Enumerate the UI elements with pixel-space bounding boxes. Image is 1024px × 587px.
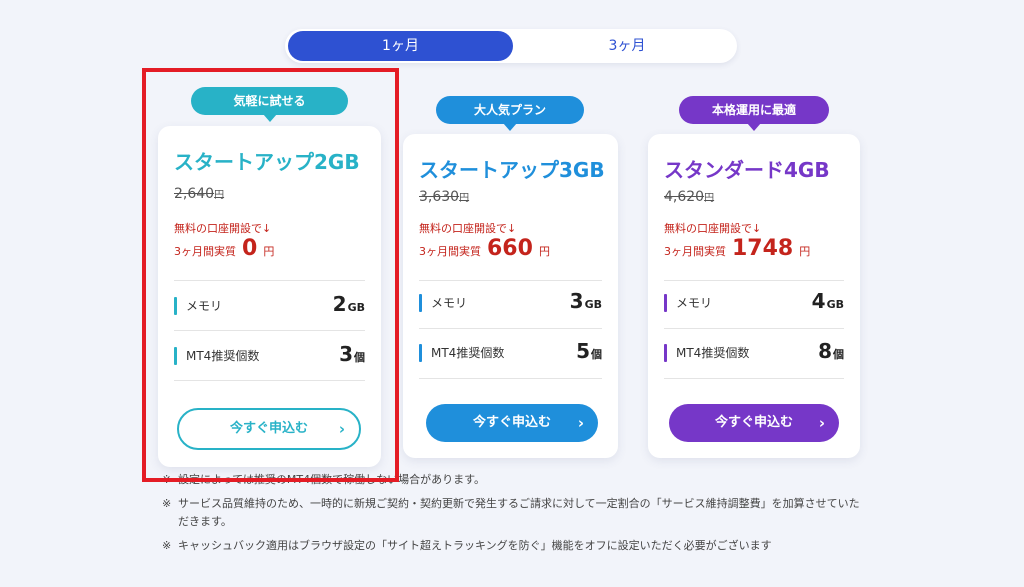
apply-now-button[interactable]: 今すぐ申込む › [669, 404, 839, 442]
divider [664, 328, 844, 329]
plan-badge-serious: 本格運用に最適 [679, 96, 829, 131]
chevron-right-icon: › [577, 414, 584, 432]
toggle-option-1-month[interactable]: 1ヶ月 [288, 31, 513, 61]
divider [419, 378, 602, 379]
plan-name: スタートアップ3GB [419, 158, 605, 182]
original-price: 4,620円 [664, 189, 715, 205]
original-price: 3,630円 [419, 189, 470, 205]
divider [664, 378, 844, 379]
divider [419, 280, 602, 281]
memory-value: 4GB [811, 289, 844, 313]
mt4-label: MT4推奨個数 [419, 344, 504, 362]
mt4-label: MT4推奨個数 [664, 344, 749, 362]
billing-period-toggle: 1ヶ月 3ヶ月 [285, 29, 737, 63]
memory-value: 3GB [569, 289, 602, 313]
divider [419, 328, 602, 329]
pricing-section: 1ヶ月 3ヶ月 気軽に試せる スタートアップ2GB 2,640円 無料の口座開設… [0, 0, 1024, 587]
promo-text: 無料の口座開設で↓ [664, 222, 762, 235]
effective-price: 3ヶ月間実質 660 円 [419, 236, 550, 261]
memory-label: メモリ [419, 294, 467, 312]
footnotes: ※ 設定によっては推奨のMT4個数で稼働しない場合があります。 ※ サービス品質維持… [162, 471, 862, 561]
footnote: ※ サービス品質維持のため、一時的に新規ご契約・契約更新で発生するご請求に対して一… [162, 497, 860, 528]
plan-name: スタンダード4GB [664, 158, 830, 182]
plan-badge-popular: 大人気プラン [436, 96, 584, 131]
highlight-box [142, 68, 399, 482]
toggle-option-3-months[interactable]: 3ヶ月 [521, 31, 733, 61]
apply-now-button[interactable]: 今すぐ申込む › [426, 404, 598, 442]
divider [664, 280, 844, 281]
footnote: ※ キャッシュバック適用はブラウザ設定の「サイト超えトラッキングを防ぐ」機能をオフ… [162, 539, 772, 552]
memory-label: メモリ [664, 294, 712, 312]
plan-card-startup-3gb: スタートアップ3GB 3,630円 無料の口座開設で↓ 3ヶ月間実質 660 円 メ… [403, 134, 618, 458]
mt4-value: 8個 [818, 339, 844, 363]
mt4-value: 5個 [576, 339, 602, 363]
chevron-right-icon: › [818, 414, 825, 432]
promo-text: 無料の口座開設で↓ [419, 222, 517, 235]
effective-price: 3ヶ月間実質 1748 円 [664, 236, 811, 261]
plan-card-standard-4gb: スタンダード4GB 4,620円 無料の口座開設で↓ 3ヶ月間実質 1748 円 メ… [648, 134, 860, 458]
